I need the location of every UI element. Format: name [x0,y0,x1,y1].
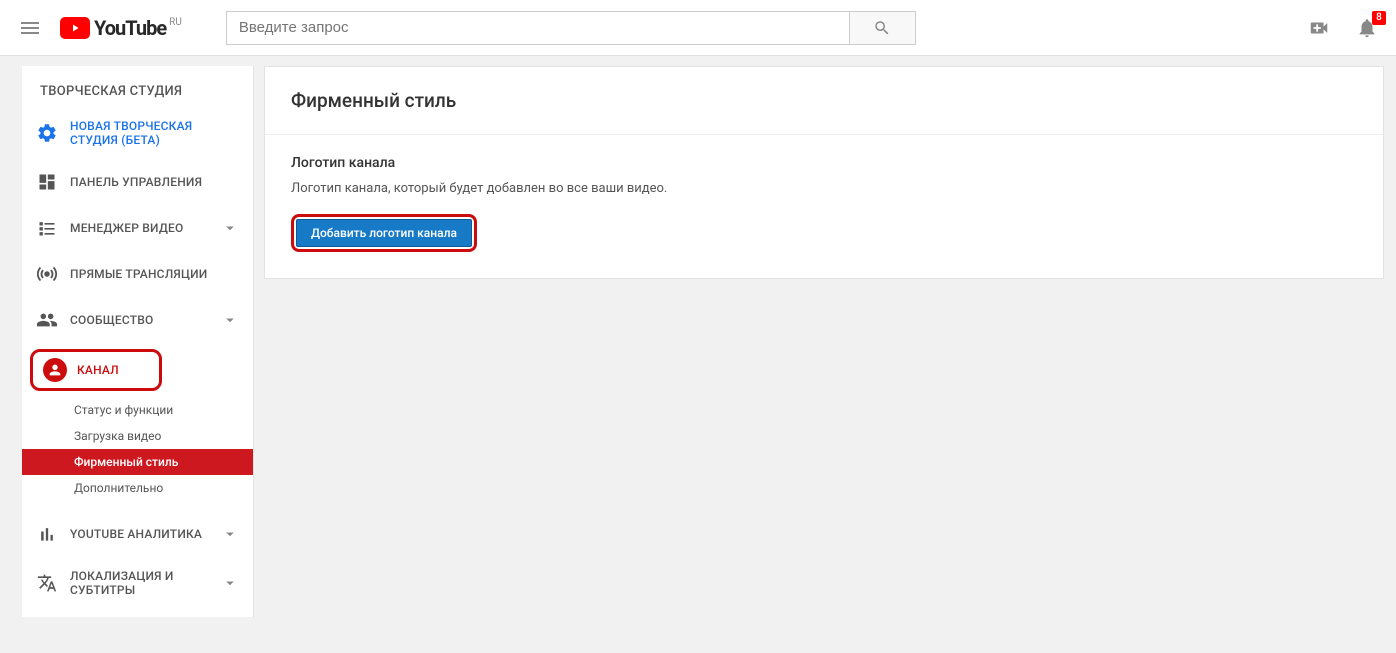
sub-branding[interactable]: Фирменный стиль [22,449,253,475]
search-input[interactable] [227,12,849,44]
country-code: RU [169,17,182,28]
gear-icon [36,122,58,144]
nav-channel[interactable]: КАНАЛ [30,349,162,391]
search-button[interactable] [849,12,915,44]
analytics-icon [36,523,58,545]
section-title: Логотип канала [291,155,1357,171]
channel-submenu: Статус и функции Загрузка видео Фирменны… [22,397,253,501]
chevron-down-icon [221,311,239,329]
nav-community[interactable]: СООБЩЕСТВО [22,297,253,343]
notifications-icon[interactable]: 8 [1356,17,1378,39]
search-icon [873,19,891,37]
chevron-down-icon [221,219,239,237]
chevron-down-icon [221,525,239,543]
person-icon [43,358,67,382]
upload-video-icon[interactable] [1308,17,1330,39]
main-content: Фирменный стиль Логотип канала Логотип к… [254,56,1396,617]
logo-text: YouTube [94,16,166,40]
add-channel-logo-button[interactable]: Добавить логотип канала [296,219,472,247]
nav-live-streaming[interactable]: ПРЯМЫЕ ТРАНСЛЯЦИИ [22,251,253,297]
dashboard-icon [36,171,58,193]
search-box [226,11,916,45]
section-description: Логотип канала, который будет добавлен в… [291,181,1357,196]
play-icon [60,17,90,39]
nav-video-manager[interactable]: МЕНЕДЖЕР ВИДЕО [22,205,253,251]
header: YouTube RU 8 [0,0,1396,56]
page-title: Фирменный стиль [291,89,1357,112]
nav-new-studio-beta[interactable]: НОВАЯ ТВОРЧЕСКАЯ СТУДИЯ (БЕТА) [22,107,253,159]
sub-advanced[interactable]: Дополнительно [22,475,253,501]
video-manager-icon [36,217,58,239]
nav-analytics[interactable]: YOUTUBE АНАЛИТИКА [22,511,253,557]
sidebar-title: ТВОРЧЕСКАЯ СТУДИЯ [22,84,253,107]
hamburger-menu-icon[interactable] [18,16,42,40]
notification-badge: 8 [1372,11,1386,25]
translate-icon [36,572,58,594]
chevron-down-icon [221,574,239,592]
sub-status[interactable]: Статус и функции [22,397,253,423]
nav-dashboard[interactable]: ПАНЕЛЬ УПРАВЛЕНИЯ [22,159,253,205]
sub-upload-defaults[interactable]: Загрузка видео [22,423,253,449]
community-icon [36,309,58,331]
live-icon [36,263,58,285]
sidebar: ТВОРЧЕСКАЯ СТУДИЯ НОВАЯ ТВОРЧЕСКАЯ СТУДИ… [22,66,254,617]
nav-translations[interactable]: ЛОКАЛИЗАЦИЯ И СУБТИТРЫ [22,557,253,609]
branding-panel: Фирменный стиль Логотип канала Логотип к… [264,66,1384,279]
youtube-logo[interactable]: YouTube RU [60,16,182,40]
